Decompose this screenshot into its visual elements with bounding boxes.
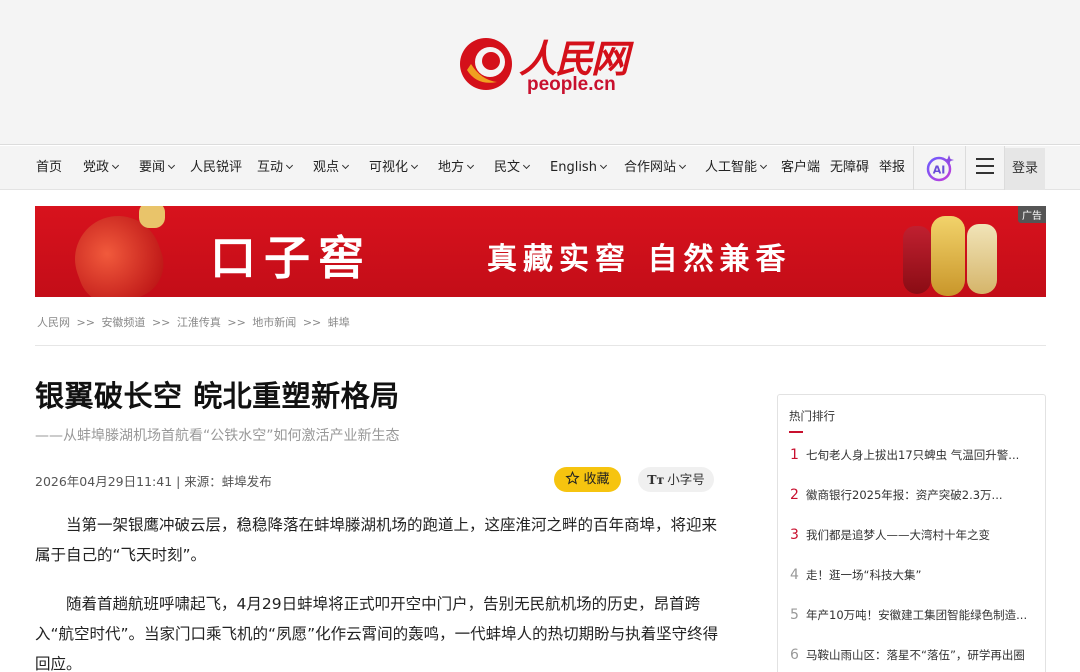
rank-number: 5 [790, 607, 799, 623]
ad-bottle-image [931, 216, 965, 296]
ad-bottle-image [967, 224, 997, 294]
breadcrumb-link[interactable]: 人民网 [37, 316, 70, 329]
breadcrumb-link[interactable]: 蚌埠 [328, 316, 350, 329]
nav-item-partners[interactable]: 合作网站 [624, 146, 687, 190]
site-header: 人民网 people.cn [0, 0, 1080, 145]
article-paragraph: 随着首趟航班呼啸起飞，4月29日蚌埠将正式叩开空中门户，告别无民航机场的历史，昂… [35, 595, 719, 672]
nav-item-english[interactable]: English [550, 146, 607, 190]
logo-english-text: people.cn [527, 74, 616, 95]
breadcrumb-link[interactable]: 江淮传真 [177, 316, 221, 329]
ad-brand-text: 口子窖 [210, 231, 372, 285]
people-cn-logo[interactable]: 人民网 people.cn [457, 30, 629, 96]
favorite-button[interactable]: 收藏 [554, 467, 621, 492]
rank-number: 2 [790, 487, 799, 503]
hot-ranking-item[interactable]: 6 马鞍山雨山区：落星不“落伍”，研学再出圈 [790, 647, 1025, 663]
breadcrumb-separator: >> [76, 316, 95, 329]
article-meta: 2026年04月29日11:41 | 来源：蚌埠发布 [35, 474, 272, 489]
nav-item-ethnic[interactable]: 民文 [494, 146, 531, 190]
font-size-icon: Tт [647, 472, 665, 487]
ad-bottle-image [903, 226, 931, 294]
nav-divider [965, 146, 966, 190]
hot-ranking-title: 热门排行 [789, 409, 835, 423]
rank-number: 4 [790, 567, 799, 583]
chevron-down-icon [341, 161, 350, 170]
rank-number: 1 [790, 447, 799, 463]
nav-item-opinion[interactable]: 观点 [313, 146, 350, 190]
nav-item-party[interactable]: 党政 [83, 146, 120, 190]
nav-item-interact[interactable]: 互动 [257, 146, 294, 190]
nav-item-app[interactable]: 客户端 [781, 146, 820, 190]
nav-item-home[interactable]: 首页 [36, 146, 62, 190]
logo-swirl-icon [460, 38, 512, 90]
breadcrumb-link[interactable]: 地市新闻 [252, 316, 296, 329]
chevron-down-icon [522, 161, 531, 170]
hamburger-menu-icon[interactable] [976, 158, 994, 174]
ai-sparkle-icon[interactable]: AI [925, 153, 955, 183]
breadcrumb-link[interactable]: 安徽频道 [101, 316, 145, 329]
nav-item-news[interactable]: 要闻 [139, 146, 176, 190]
star-icon [565, 467, 581, 492]
font-size-label: 小字号 [667, 472, 705, 487]
main-nav: 首页 党政 要闻 人民锐评 互动 观点 可视化 地方 民文 English 合作… [0, 146, 1080, 190]
rank-number: 6 [790, 647, 799, 663]
nav-item-ai[interactable]: 人工智能 [705, 146, 768, 190]
rank-number: 3 [790, 527, 799, 543]
chevron-down-icon [285, 161, 294, 170]
nav-item-commentary[interactable]: 人民锐评 [190, 146, 242, 190]
section-divider [35, 345, 1046, 346]
login-button[interactable]: 登录 [1005, 148, 1045, 190]
hot-ranking-item[interactable]: 5 年产10万吨！安徽建工集团智能绿色制造... [790, 607, 1027, 623]
article-title: 银翼破长空 皖北重塑新格局 [35, 379, 400, 413]
hot-ranking-panel: 热门排行 1 七旬老人身上拔出17只蜱虫 气温回升警... 2 徽商银行2025年报… [777, 394, 1046, 672]
breadcrumb-separator: >> [227, 316, 246, 329]
chevron-down-icon [678, 161, 687, 170]
chevron-down-icon [466, 161, 475, 170]
chevron-down-icon [111, 161, 120, 170]
nav-item-report[interactable]: 举报 [879, 146, 905, 190]
font-size-button[interactable]: Tт 小字号 [638, 467, 714, 492]
svg-text:AI: AI [933, 164, 946, 177]
hot-ranking-item[interactable]: 1 七旬老人身上拔出17只蜱虫 气温回升警... [790, 447, 1019, 463]
hot-ranking-item[interactable]: 2 徽商银行2025年报：资产突破2.3万... [790, 487, 1003, 503]
nav-item-accessibility[interactable]: 无障碍 [830, 146, 869, 190]
chevron-down-icon [167, 161, 176, 170]
hot-ranking-item[interactable]: 3 我们都是追梦人——大湾村十年之变 [790, 527, 990, 543]
hot-ranking-item[interactable]: 4 走！逛一场“科技大集” [790, 567, 921, 583]
ad-banner[interactable]: 口子窖 真藏实窖 自然兼香 广告 [35, 206, 1046, 297]
nav-item-visual[interactable]: 可视化 [369, 146, 419, 190]
chevron-down-icon [410, 161, 419, 170]
chevron-down-icon [599, 161, 607, 170]
article-paragraph: 当第一架银鹰冲破云层，稳稳降落在蚌埠滕湖机场的跑道上，这座淮河之畔的百年商埠，将… [35, 516, 718, 564]
ad-label: 广告 [1018, 206, 1046, 223]
favorite-label: 收藏 [583, 472, 610, 487]
ad-slogan-text: 真藏实窖 自然兼香 [487, 242, 792, 277]
title-underline [789, 431, 803, 433]
breadcrumb: 人民网 >> 安徽频道 >> 江淮传真 >> 地市新闻 >> 蚌埠 [37, 314, 350, 330]
chevron-down-icon [759, 161, 768, 170]
nav-item-local[interactable]: 地方 [438, 146, 475, 190]
nav-divider [913, 146, 914, 190]
article-subtitle: ——从蚌埠滕湖机场首航看“公铁水空”如何激活产业新生态 [35, 428, 400, 444]
breadcrumb-separator: >> [151, 316, 171, 329]
ad-bottle-cap-image [139, 206, 165, 228]
breadcrumb-separator: >> [302, 316, 322, 329]
